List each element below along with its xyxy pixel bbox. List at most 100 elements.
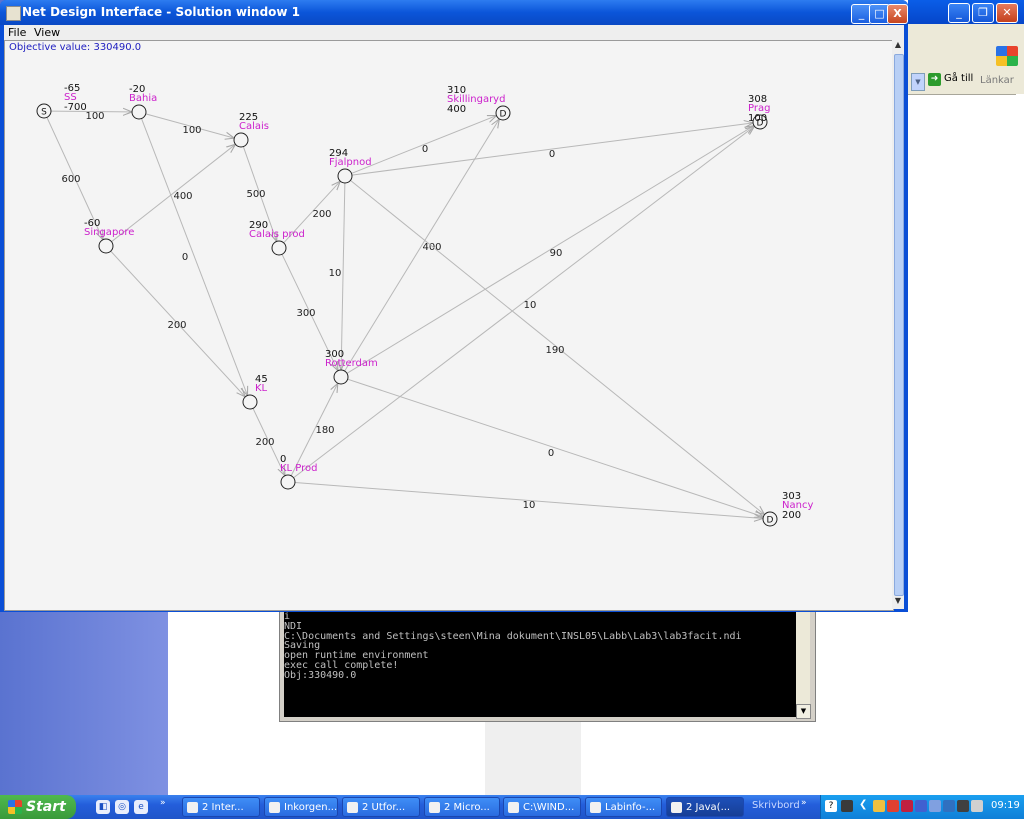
show-desktop-icon[interactable]: ◧ — [96, 800, 110, 814]
task-label: 2 Utfor... — [362, 802, 406, 813]
edge-flow-label: 10 — [523, 500, 536, 511]
node-bottom-value: 400 — [447, 104, 466, 115]
help-icon[interactable]: ? — [825, 800, 837, 812]
console-line: i — [284, 612, 291, 622]
menu-view[interactable]: View — [34, 26, 60, 39]
graph-node[interactable] — [271, 240, 287, 256]
console-output: i NDI C:\Documents and Settings\steen\Mina… — [284, 612, 796, 717]
desktop-toolbar-label[interactable]: Skrivbord — [752, 800, 800, 811]
task-app-icon — [671, 801, 682, 813]
outlook-icon[interactable]: ◎ — [115, 800, 129, 814]
clock[interactable]: 09:19 — [991, 800, 1020, 811]
node-name-label: KL Prod — [280, 463, 318, 474]
start-button[interactable]: Start — [0, 795, 76, 819]
toolbar-expand-icon[interactable]: » — [801, 798, 807, 808]
node-name-label: Fjalpnod — [329, 157, 372, 168]
edge-flow-label: 400 — [173, 191, 192, 202]
graph-node[interactable] — [98, 238, 114, 254]
tray-app-icon-1[interactable] — [873, 800, 885, 812]
edge-flow-label: 0 — [182, 252, 188, 263]
node-name-label: Calais prod — [249, 229, 305, 240]
taskbar-task-button[interactable]: Inkorgen... — [264, 797, 338, 817]
edge-flow-label: 200 — [255, 437, 274, 448]
task-app-icon — [187, 801, 198, 813]
tray-app-icon-5[interactable] — [929, 800, 941, 812]
browser-menubar — [908, 24, 1024, 43]
close-button[interactable]: X — [887, 4, 908, 24]
taskbar-task-button[interactable]: Labinfo-... — [585, 797, 662, 817]
graph-node[interactable] — [280, 474, 296, 490]
edge-flow-label: 0 — [422, 144, 428, 155]
edge-flow-label: 190 — [545, 345, 564, 356]
taskbar-task-button[interactable]: 2 Micro... — [424, 797, 500, 817]
windows-logo-icon — [8, 800, 22, 814]
scroll-thumb[interactable] — [894, 54, 904, 596]
address-dropdown-icon[interactable]: ▼ — [911, 73, 925, 91]
window-titlebar[interactable]: Net Design Interface - Solution window 1… — [0, 0, 908, 25]
edge-flow-label: 10 — [524, 300, 537, 311]
network-icon[interactable] — [841, 800, 853, 812]
console-scroll-down-button[interactable]: ▼ — [796, 704, 811, 719]
graph-node[interactable] — [242, 394, 258, 410]
graph-node[interactable] — [333, 369, 349, 385]
taskbar-task-button[interactable]: 2 Java(... — [666, 797, 744, 817]
taskbar-task-button[interactable]: 2 Inter... — [182, 797, 260, 817]
taskbar-task-button[interactable]: 2 Utfor... — [342, 797, 420, 817]
graph-node[interactable] — [337, 168, 353, 184]
node-type-mark: S — [41, 108, 47, 118]
internet-explorer-icon[interactable]: e — [134, 800, 148, 814]
console-scrollbar[interactable]: ▼ — [796, 612, 811, 719]
edge-flow-label: 500 — [246, 189, 265, 200]
windows-flag-icon — [996, 46, 1018, 66]
task-label: 2 Micro... — [444, 802, 490, 813]
node-bottom-value: 200 — [782, 510, 801, 521]
browser-restore-button[interactable]: ❐ — [972, 3, 994, 23]
console-window: i NDI C:\Documents and Settings\steen\Mina… — [279, 606, 816, 722]
background-page-block — [485, 720, 581, 795]
go-button[interactable]: ➜ Gå till — [928, 73, 973, 86]
node-name-label: Bahia — [129, 93, 157, 104]
network-graph: 10010060040002005002003000 01040090101902… — [36, 83, 813, 527]
graph-node[interactable] — [233, 132, 249, 148]
browser-close-button[interactable]: ✕ — [996, 3, 1018, 23]
browser-titlebar: _ ❐ ✕ — [908, 0, 1024, 24]
edge-flow-label: 0 — [548, 448, 554, 459]
node-bottom-value: 100 — [748, 113, 767, 124]
console-line: Obj:330490.0 — [284, 669, 357, 681]
node-name-label: KL — [255, 383, 268, 394]
scroll-down-button[interactable]: ▼ — [892, 596, 904, 608]
browser-scrollbar[interactable] — [1016, 94, 1024, 794]
task-label: 2 Inter... — [202, 802, 244, 813]
menu-file[interactable]: File — [8, 26, 26, 39]
tray-app-icon-7[interactable] — [957, 800, 969, 812]
scroll-up-button[interactable]: ▲ — [892, 40, 904, 52]
quicklaunch-expand-icon[interactable]: » — [160, 798, 166, 808]
tray-collapse-icon[interactable]: ❮ — [859, 799, 867, 810]
graph-edge — [341, 182, 345, 370]
edge-flow-label: 200 — [312, 209, 331, 220]
window-title: Net Design Interface - Solution window 1 — [22, 5, 301, 19]
tray-app-icon-2[interactable] — [887, 800, 899, 812]
console-line: C:\Documents and Settings\steen\Mina dok… — [284, 630, 742, 642]
edge-flow-label: 100 — [85, 111, 104, 122]
node-type-mark: D — [767, 516, 774, 526]
tray-app-icon-4[interactable] — [915, 800, 927, 812]
java-cup-icon — [6, 6, 21, 21]
task-app-icon — [590, 801, 601, 813]
canvas-scrollbar[interactable]: ▲ ▼ — [892, 40, 904, 609]
edge-flow-label: 90 — [550, 248, 563, 259]
graph-node[interactable] — [131, 104, 147, 120]
volume-icon[interactable] — [971, 800, 983, 812]
tray-app-icon-6[interactable] — [943, 800, 955, 812]
edge-flow-label: 10 — [329, 268, 342, 279]
tray-app-icon-3[interactable] — [901, 800, 913, 812]
browser-minimize-button[interactable]: _ — [948, 3, 970, 23]
links-button[interactable]: Länkar — [980, 75, 1014, 86]
node-name-label: Singapore — [84, 227, 134, 238]
task-app-icon — [429, 801, 440, 813]
browser-toolbar — [908, 42, 1024, 73]
node-name-label: Calais — [239, 121, 269, 132]
edge-flow-label: 200 — [167, 320, 186, 331]
window-menubar: File View — [4, 25, 904, 40]
taskbar-task-button[interactable]: C:\WIND... — [503, 797, 581, 817]
